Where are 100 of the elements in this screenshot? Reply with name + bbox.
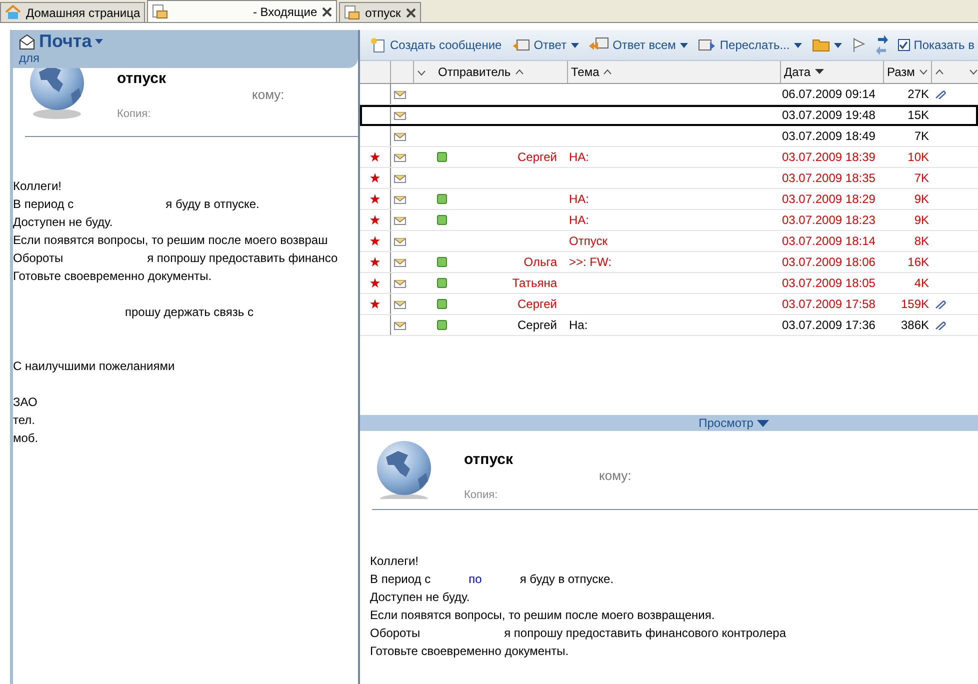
message-row[interactable]: Татьяна 03.07.2009 18:05 4K — [360, 273, 978, 294]
body-text: я попрошу предоставить финансо — [147, 251, 338, 265]
caret-icon — [834, 42, 842, 48]
message-row[interactable]: Отпуск 03.07.2009 18:14 8K — [360, 231, 978, 252]
body-text: прошу держать связь с — [125, 305, 254, 319]
message-row[interactable]: Сергей НА: 03.07.2009 18:39 10K — [360, 147, 978, 168]
tab[interactable]: отпуск — [339, 2, 421, 22]
folder-icon — [812, 38, 830, 52]
body-text: Обороты — [13, 251, 64, 265]
body-text: ЗАО — [13, 395, 38, 409]
toolbar-button[interactable] — [874, 33, 890, 57]
reply-icon — [512, 38, 530, 52]
envelope-icon — [394, 236, 406, 246]
toolbar-button[interactable]: Ответ — [510, 38, 581, 52]
message-row[interactable]: Сергей На: 03.07.2009 17:36 386K — [360, 315, 978, 336]
envelope-icon — [344, 5, 360, 20]
column-header[interactable]: Тема — [567, 61, 780, 83]
check-icon — [899, 40, 908, 50]
body-text: Готовьте своевременно документы. — [370, 644, 569, 658]
sender-cell: Татьяна — [512, 276, 557, 290]
forward-icon — [698, 38, 716, 52]
tab[interactable]: Домашняя страница — [0, 2, 146, 22]
tab[interactable]: - Входящие — [147, 0, 338, 22]
close-icon[interactable] — [322, 6, 332, 16]
toolbar-button[interactable]: Переслать... — [696, 38, 804, 52]
date-cell: 03.07.2009 18:06 — [782, 255, 876, 269]
toolbar-button[interactable]: Создать сообщение — [368, 37, 504, 53]
caret-icon — [94, 39, 103, 44]
size-cell: 7K — [914, 129, 929, 143]
chevron-down-icon — [417, 70, 426, 76]
envelope-icon — [394, 110, 406, 120]
body-text: Обороты — [370, 626, 420, 640]
body-text: Если появятся вопросы, то решим после моего возвраш — [13, 233, 328, 247]
envelope-icon — [394, 299, 406, 309]
column-header[interactable]: Разм — [883, 61, 931, 83]
column-header[interactable]: Отправитель — [413, 61, 567, 83]
sort-descending-icon — [814, 69, 824, 75]
link[interactable]: по — [468, 572, 482, 586]
subject-cell: НА: — [569, 213, 590, 227]
size-cell: 159K — [900, 297, 929, 311]
panel-subtitle: для — [19, 52, 41, 64]
message-row[interactable]: 06.07.2009 09:14 27K — [360, 84, 978, 105]
envelope-icon — [394, 320, 406, 330]
chevron-down-icon — [918, 69, 928, 75]
body-text: моб. — [13, 431, 38, 445]
sender-cell: Ольга — [524, 255, 557, 269]
body-text: я попрошу предоставить финансового контролера — [504, 626, 786, 640]
body-text: Если появятся вопросы, то решим после моего возвращения. — [370, 608, 715, 622]
show-checkbox[interactable]: Показать в — [896, 38, 976, 52]
envelope-icon — [394, 89, 406, 99]
preview-button[interactable]: Просмотр — [698, 415, 770, 431]
sort-ascending-icon — [935, 69, 944, 75]
date-cell: 03.07.2009 18:23 — [782, 213, 876, 227]
reply-all-icon — [588, 37, 609, 53]
envelope-icon — [394, 215, 406, 225]
date-cell: 03.07.2009 18:05 — [782, 276, 876, 290]
body-text: В период с — [13, 197, 74, 211]
column-header[interactable]: Дата — [780, 61, 883, 83]
message-row[interactable]: 03.07.2009 19:48 15K — [360, 105, 978, 126]
body-text: тел. — [13, 413, 35, 427]
envelope-icon — [394, 194, 406, 204]
subject-cell: Отпуск — [569, 234, 608, 248]
body-text: Готовьте своевременно документы. — [13, 269, 212, 283]
sort-ascending-icon — [603, 69, 612, 75]
sender-cell: Сергей — [517, 318, 557, 332]
caret-icon — [680, 42, 688, 48]
body-text: С наилучшими пожеланиями — [13, 359, 175, 373]
mail-menu-button[interactable]: Почта — [39, 31, 103, 52]
sender-cell: Сергей — [517, 150, 557, 164]
caret-icon — [794, 42, 802, 48]
close-icon[interactable] — [406, 8, 416, 18]
envelope-icon — [394, 152, 406, 162]
globe-icon — [27, 68, 87, 120]
message-row[interactable]: НА: 03.07.2009 18:23 9K — [360, 210, 978, 231]
date-cell: 03.07.2009 18:49 — [782, 129, 876, 143]
caret-icon — [570, 42, 579, 48]
new-document-icon — [370, 37, 386, 53]
message-row[interactable]: Сергей 03.07.2009 17:58 159K — [360, 294, 978, 315]
date-cell: 03.07.2009 17:58 — [782, 297, 876, 311]
toolbar-button[interactable] — [810, 38, 844, 52]
size-cell: 15K — [908, 108, 929, 122]
envelope-icon — [152, 4, 168, 19]
message-row[interactable]: Ольга >>: FW: 03.07.2009 18:06 16K — [360, 252, 978, 273]
message-subject: отпуск — [464, 451, 514, 468]
date-cell: 03.07.2009 18:29 — [782, 192, 876, 206]
date-cell: 06.07.2009 09:14 — [782, 87, 876, 101]
date-cell: 03.07.2009 18:35 — [782, 171, 876, 185]
to-label: кому: — [252, 87, 286, 102]
date-cell: 03.07.2009 17:36 — [782, 318, 876, 332]
message-row[interactable]: НА: 03.07.2009 18:29 9K — [360, 189, 978, 210]
toolbar-button[interactable]: Ответ всем — [586, 37, 690, 53]
message-row[interactable]: 03.07.2009 18:49 7K — [360, 126, 978, 147]
size-cell: 386K — [900, 318, 929, 332]
size-cell: 16K — [908, 255, 929, 269]
flag-icon — [852, 37, 866, 53]
body-text: Доступен не буду. — [370, 590, 470, 604]
checkbox[interactable] — [898, 39, 910, 51]
message-row[interactable]: 03.07.2009 18:35 7K — [360, 168, 978, 189]
size-cell: 4K — [914, 276, 929, 290]
envelope-icon — [394, 131, 406, 141]
